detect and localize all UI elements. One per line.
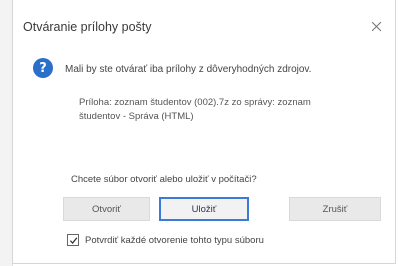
save-button[interactable]: Uložiť — [159, 197, 249, 221]
check-icon — [69, 236, 77, 244]
close-icon — [371, 21, 381, 31]
confirm-open-option: Potvrdiť každé otvorenie tohto typu súbo… — [67, 234, 264, 246]
confirm-open-checkbox[interactable] — [67, 234, 79, 246]
attachment-dialog: Otváranie prílohy pošty ? Mali by ste ot… — [12, 0, 396, 264]
warning-message: Mali by ste otvárať iba prílohy z dôvery… — [65, 64, 312, 75]
open-button[interactable]: Otvoriť — [63, 197, 150, 221]
attachment-details: Príloha: zoznam študentov (002).7z zo sp… — [79, 97, 311, 122]
dialog-title: Otváranie prílohy pošty — [23, 20, 152, 34]
close-button[interactable] — [365, 15, 387, 37]
open-save-question: Chcete súbor otvoriť alebo uložiť v počí… — [71, 174, 257, 185]
title-bar: Otváranie prílohy pošty — [13, 0, 395, 44]
cancel-button[interactable]: Zrušiť — [289, 197, 381, 221]
confirm-open-label: Potvrdiť každé otvorenie tohto typu súbo… — [85, 234, 264, 246]
info-icon: ? — [33, 58, 53, 78]
